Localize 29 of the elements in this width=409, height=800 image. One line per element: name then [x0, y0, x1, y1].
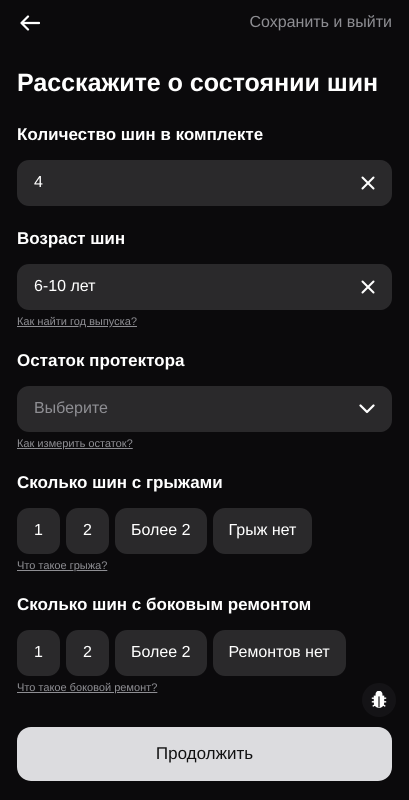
clear-icon[interactable]: [361, 176, 375, 190]
option-chip[interactable]: Ремонтов нет: [212, 630, 346, 676]
option-chip[interactable]: 1: [17, 508, 60, 554]
help-link[interactable]: Что такое грыжа?: [17, 560, 108, 572]
input-field[interactable]: 4: [17, 160, 392, 206]
field-label: Сколько шин с грыжами: [17, 472, 224, 494]
bug-icon[interactable]: [370, 691, 388, 709]
option-chip[interactable]: 2: [66, 630, 109, 676]
back-arrow-icon[interactable]: [20, 15, 40, 31]
select-field[interactable]: Выберите: [17, 386, 392, 432]
continue-button[interactable]: Продолжить: [17, 727, 392, 781]
option-chip[interactable]: Более 2: [115, 630, 207, 676]
help-link[interactable]: Что такое боковой ремонт?: [17, 682, 158, 694]
input-field[interactable]: 6-10 лет: [17, 264, 392, 310]
option-chip[interactable]: 2: [66, 508, 109, 554]
field-label: Возраст шин: [17, 228, 126, 250]
option-chip[interactable]: Более 2: [115, 508, 207, 554]
field-label: Количество шин в комплекте: [17, 124, 264, 146]
save-and-exit-link[interactable]: Сохранить и выйти: [249, 14, 392, 32]
page-title: Расскажите о состоянии шин: [17, 68, 380, 98]
option-chip[interactable]: 1: [17, 630, 60, 676]
chevron-down-icon: [359, 404, 375, 414]
bug-report-button[interactable]: [362, 683, 396, 717]
help-link[interactable]: Как измерить остаток?: [17, 438, 133, 450]
option-chip[interactable]: Грыж нет: [212, 508, 312, 554]
field-label: Сколько шин с боковым ремонтом: [17, 594, 312, 616]
clear-icon[interactable]: [361, 280, 375, 294]
field-label: Остаток протектора: [17, 350, 186, 372]
help-link[interactable]: Как найти год выпуска?: [17, 316, 137, 328]
